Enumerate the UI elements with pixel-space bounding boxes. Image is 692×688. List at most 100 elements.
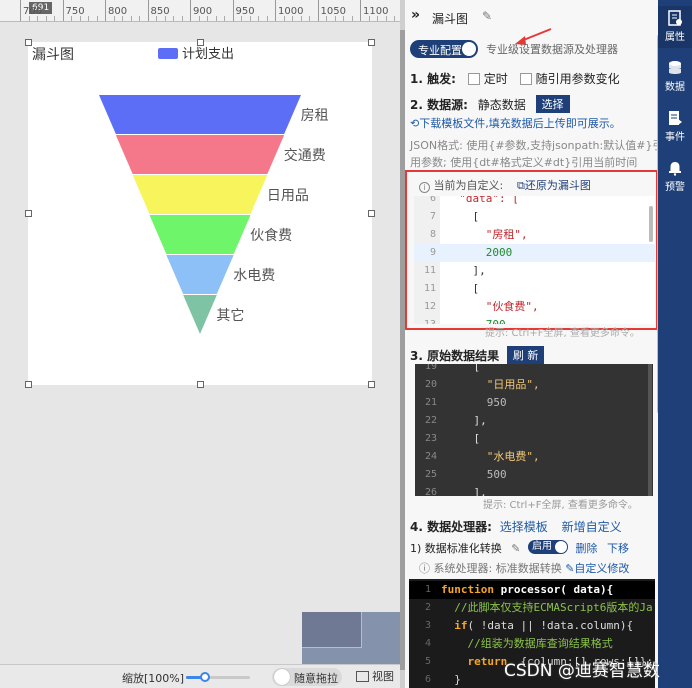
ruler-minor-tick bbox=[241, 16, 242, 21]
resize-handle-top[interactable] bbox=[197, 39, 204, 46]
code-text: if( !data || !data.column){ bbox=[454, 619, 634, 632]
restore-funnel-button[interactable]: ⧉还原为漏斗图 bbox=[517, 177, 591, 193]
resize-handle-right[interactable] bbox=[368, 210, 375, 217]
ruler-minor-tick bbox=[266, 16, 268, 21]
funnel-segment bbox=[166, 255, 234, 294]
ruler-minor-tick bbox=[181, 16, 183, 21]
zoom-slider-knob[interactable] bbox=[200, 672, 211, 682]
legend-label: 计划支出 bbox=[182, 47, 234, 62]
config-panel: » 漏斗图 ✎ 专业配置 专业级设置数据源及处理器 1. 触发: 定时 随引用参… bbox=[405, 0, 658, 688]
chart-title: 漏斗图 bbox=[32, 47, 74, 63]
download-template-link[interactable]: 下载模板文件 bbox=[419, 117, 485, 130]
line-number: 6 bbox=[429, 196, 436, 204]
line-number: 12 bbox=[423, 301, 436, 312]
design-canvas[interactable]: 691 7007508008509009501000105011001150 漏… bbox=[0, 0, 400, 688]
move-down-link[interactable]: 下移 bbox=[607, 542, 629, 555]
enable-label: 启用 bbox=[532, 541, 553, 552]
system-processor-row: ⓘ 系统处理器: 标准数据转换 ✎自定义修改 bbox=[419, 560, 629, 576]
code-line: 11 [ bbox=[414, 280, 655, 298]
ruler-minor-tick bbox=[164, 16, 166, 21]
line-number: 4 bbox=[424, 638, 431, 649]
code-line: 3 if( !data || !data.column){ bbox=[409, 617, 655, 635]
ruler-tick bbox=[147, 0, 149, 21]
ruler-minor-tick bbox=[300, 16, 302, 21]
resize-handle-bottom-left[interactable] bbox=[25, 381, 32, 388]
delete-link[interactable]: 删除 bbox=[576, 542, 598, 555]
tab-events[interactable]: 事件 bbox=[658, 106, 692, 148]
code-text: } bbox=[441, 673, 461, 686]
resize-handle-bottom-right[interactable] bbox=[368, 381, 375, 388]
select-template-link[interactable]: 选择模板 bbox=[500, 520, 548, 534]
ruler-label: 750 bbox=[65, 6, 85, 17]
panel-title: 漏斗图 bbox=[432, 12, 469, 26]
funnel-chart-widget[interactable]: 漏斗图 计划支出 房租 交通费 日用品 伙食费 水电费 其它 bbox=[28, 42, 372, 385]
edit-processor-icon[interactable]: ✎ bbox=[511, 542, 520, 555]
ruler-minor-tick bbox=[88, 16, 89, 21]
horizontal-ruler: 691 7007508008509009501000105011001150 bbox=[0, 0, 400, 22]
pro-config-knob bbox=[462, 42, 476, 56]
tab-alerts[interactable]: 预警 bbox=[658, 156, 692, 198]
resize-handle-top-left[interactable] bbox=[25, 39, 32, 46]
download-icon[interactable]: ⟲ bbox=[410, 117, 419, 130]
pro-config-toggle[interactable]: 专业配置 bbox=[410, 40, 478, 58]
line-number: 20 bbox=[424, 379, 437, 390]
custom-edit-link[interactable]: 自定义修改 bbox=[574, 562, 629, 575]
code-text: //组装为数据库查询结果格式 bbox=[441, 637, 613, 650]
static-data-editor[interactable]: 6 "data": [7 [8 "房租", 9 2000 11 ], 11 [12 "… bbox=[414, 196, 655, 324]
free-drag-toggle[interactable]: 随意拖拉 bbox=[272, 668, 342, 686]
restore-icon: ⧉ bbox=[517, 179, 525, 192]
line-number: 3 bbox=[424, 620, 431, 631]
ruler-minor-tick bbox=[45, 16, 47, 21]
line-number: 8 bbox=[429, 229, 436, 240]
ruler-minor-tick bbox=[283, 16, 285, 21]
raw-data-row: 3. 原始数据结果 刷 新 bbox=[410, 346, 545, 364]
code-text: 950 bbox=[447, 396, 507, 409]
code-text: ], bbox=[446, 264, 486, 277]
tab-data[interactable]: 数据 bbox=[658, 56, 692, 98]
pro-config-hint: 专业级设置数据源及处理器 bbox=[486, 43, 618, 56]
code-line: 26 ], bbox=[415, 484, 653, 496]
minimap[interactable] bbox=[302, 612, 400, 666]
code-line: 13 700 bbox=[414, 316, 655, 324]
code-text: 2000 bbox=[446, 246, 513, 259]
line-number: 21 bbox=[424, 397, 437, 408]
add-custom-link[interactable]: 新增自定义 bbox=[562, 520, 622, 534]
timer-checkbox[interactable] bbox=[467, 73, 480, 85]
view-button[interactable]: 视图 bbox=[356, 668, 394, 684]
properties-icon bbox=[668, 10, 682, 26]
tab-properties[interactable]: 属性 bbox=[658, 6, 692, 48]
resize-handle-left[interactable] bbox=[25, 210, 32, 217]
line-number: 2 bbox=[424, 602, 431, 613]
code-text: 500 bbox=[447, 468, 507, 481]
refresh-button[interactable]: 刷 新 bbox=[506, 346, 545, 364]
edit-title-icon[interactable]: ✎ bbox=[482, 9, 492, 23]
tab-events-label: 事件 bbox=[665, 132, 685, 143]
line-number: 26 bbox=[424, 487, 437, 496]
ruler-tick bbox=[317, 0, 319, 21]
funnel-label: 水电费 bbox=[233, 268, 275, 284]
ruler-minor-tick bbox=[215, 16, 217, 21]
restore-label: 还原为漏斗图 bbox=[524, 179, 591, 192]
enable-knob bbox=[555, 541, 568, 553]
line-number: 11 bbox=[423, 283, 436, 294]
code-line: 1 function processor( data){ bbox=[409, 581, 655, 599]
param-change-checkbox[interactable] bbox=[519, 73, 532, 85]
datasource-select-button[interactable]: 选择 bbox=[535, 95, 570, 113]
json-hint-line-1: JSON格式: 使用{#参数,支持jsonpath:默认值#}引 bbox=[410, 139, 658, 152]
code-line: 22 ], bbox=[415, 412, 653, 430]
code-line: 4 //组装为数据库查询结果格式 bbox=[409, 635, 655, 653]
tab-data-label: 数据 bbox=[665, 82, 685, 93]
collapse-panel-icon[interactable]: » bbox=[411, 7, 420, 23]
resize-handle-bottom[interactable] bbox=[197, 381, 204, 388]
minimap-viewport[interactable] bbox=[302, 612, 362, 648]
line-number: 13 bbox=[414, 316, 436, 324]
funnel-chart: 漏斗图 计划支出房租交通费日用品伙食费水电费其它 bbox=[32, 47, 329, 334]
code-line: 23 [ bbox=[415, 430, 653, 448]
ruler-minor-tick bbox=[54, 16, 55, 21]
raw-data-editor[interactable]: 19 [20 "日用品", 21 950 22 ], 23 [24 "水电费", 25 … bbox=[415, 364, 653, 496]
code-text: [ bbox=[447, 432, 481, 445]
enable-toggle[interactable]: 启用 bbox=[528, 540, 569, 554]
resize-handle-top-right[interactable] bbox=[368, 39, 375, 46]
zoom-slider[interactable] bbox=[186, 672, 250, 682]
funnel-segment bbox=[132, 175, 268, 214]
